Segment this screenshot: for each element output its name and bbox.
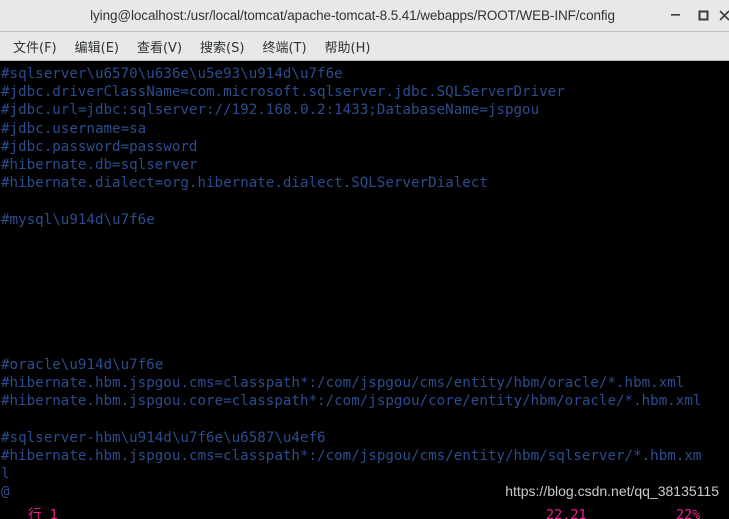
line-text: #jdbc.driverClassName=com.microsoft.sqls… (1, 84, 565, 101)
line-text: #oracle\u914d\u7f6e (1, 357, 164, 373)
terminal-line: #sqlserver\u6570\u636e\u5e93\u914d\u7f6e (1, 65, 729, 83)
terminal-line-jdbc-username: jdbc.username=root (1, 265, 729, 283)
terminal-line: #sqlserver-hbm\u914d\u7f6e\u6587\u4ef6 (1, 429, 729, 447)
terminal-line-hibernate-db: hibernate.db=mysql (1, 301, 729, 319)
menu-view[interactable]: 查看(V) (128, 34, 191, 59)
menu-terminal[interactable]: 终端(T) (253, 34, 315, 59)
line-text: #hibernate.hbm.jspgou.cms=classpath*:/co… (1, 375, 685, 392)
line-text: #hibernate.hbm.jspgou.cms=classpath*:/co… (1, 447, 702, 464)
terminal-window: lying@localhost:/usr/local/tomcat/apache… (0, 0, 729, 519)
terminal-line: #jdbc.username=sa (1, 120, 729, 138)
menu-bar: 文件(F) 编辑(E) 查看(V) 搜索(S) 终端(T) 帮助(H) (0, 32, 729, 61)
terminal-line: #hibernate.db=sqlserver (1, 156, 729, 174)
terminal-line: #hibernate.hbm.jspgou.cms=classpath*:/co… (1, 374, 729, 392)
editor-status-bar: 行 1 22,21 22% (0, 506, 729, 519)
line-text: #hibernate.dialect=org.hibernate.dialect… (1, 175, 488, 192)
terminal-line-hibernate-dialect: hibernate.dialect=org.hibernate.dialect.… (1, 320, 729, 338)
status-line-label: 行 1 (28, 507, 58, 519)
window-title: lying@localhost:/usr/local/tomcat/apache… (90, 8, 615, 23)
line-text: #jdbc.url=jdbc:sqlserver://192.168.0.2:1… (1, 102, 540, 119)
window-controls (661, 0, 729, 31)
terminal-line: #hibernate.hbm.jspgou.cms=classpath*:/co… (1, 447, 729, 465)
terminal-line-jdbc-url: jdbc.url=jdbc:mysql://127.0.0.1:3306/jsp… (1, 247, 729, 265)
line-text: #sqlserver\u6570\u636e\u5e93\u914d\u7f6e (1, 66, 343, 82)
menu-file[interactable]: 文件(F) (4, 34, 66, 59)
terminal-line: #jdbc.password=password (1, 138, 729, 156)
line-text: #jdbc.password=password (1, 138, 198, 155)
line-text: @ (1, 484, 10, 501)
line-text: #sqlserver-hbm\u914d\u7f6e\u6587\u4ef6 (1, 429, 326, 446)
menu-help[interactable]: 帮助(H) (316, 34, 380, 59)
minimize-icon (670, 13, 680, 16)
maximize-icon (698, 10, 708, 21)
terminal-line-jdbc-driver: jdbc.driverClassName=com.mysql.jdbc.Driv… (1, 229, 729, 247)
terminal-line: #hibernate.dialect=org.hibernate.dialect… (1, 174, 729, 192)
close-icon (718, 10, 729, 21)
maximize-button[interactable] (689, 0, 717, 31)
terminal-line: #hibernate.hbm.jspgou.core=classpath*:/c… (1, 392, 729, 410)
terminal-line: #mysql\u914d\u7f6e (1, 211, 729, 229)
terminal-line-wrap: @ (1, 483, 729, 501)
line-text: #hibernate.db=sqlserver (1, 156, 198, 173)
terminal-output[interactable]: #sqlserver\u6570\u636e\u5e93\u914d\u7f6e… (0, 61, 729, 519)
line-text: l (1, 466, 10, 483)
menu-search[interactable]: 搜索(S) (191, 34, 253, 59)
window-titlebar: lying@localhost:/usr/local/tomcat/apache… (0, 0, 729, 32)
terminal-line-wrap: l (1, 465, 729, 483)
minimize-button[interactable] (661, 0, 689, 34)
line-text: #hibernate.hbm.jspgou.core=classpath*:/c… (1, 393, 702, 410)
line-text: #jdbc.username=sa (1, 120, 147, 137)
line-text: #mysql\u914d\u7f6e (1, 211, 155, 228)
terminal-line: #jdbc.driverClassName=com.microsoft.sqls… (1, 83, 729, 101)
terminal-line-jdbc-password: jdbc.password=123456 (1, 283, 729, 301)
status-cursor-position: 22,21 (546, 507, 587, 519)
terminal-line: #oracle\u914d\u7f6e (1, 356, 729, 374)
terminal-line: #jdbc.url=jdbc:sqlserver://192.168.0.2:1… (1, 101, 729, 119)
status-percent: 22% (676, 507, 701, 519)
close-button[interactable] (717, 0, 729, 31)
menu-edit[interactable]: 编辑(E) (66, 34, 128, 59)
